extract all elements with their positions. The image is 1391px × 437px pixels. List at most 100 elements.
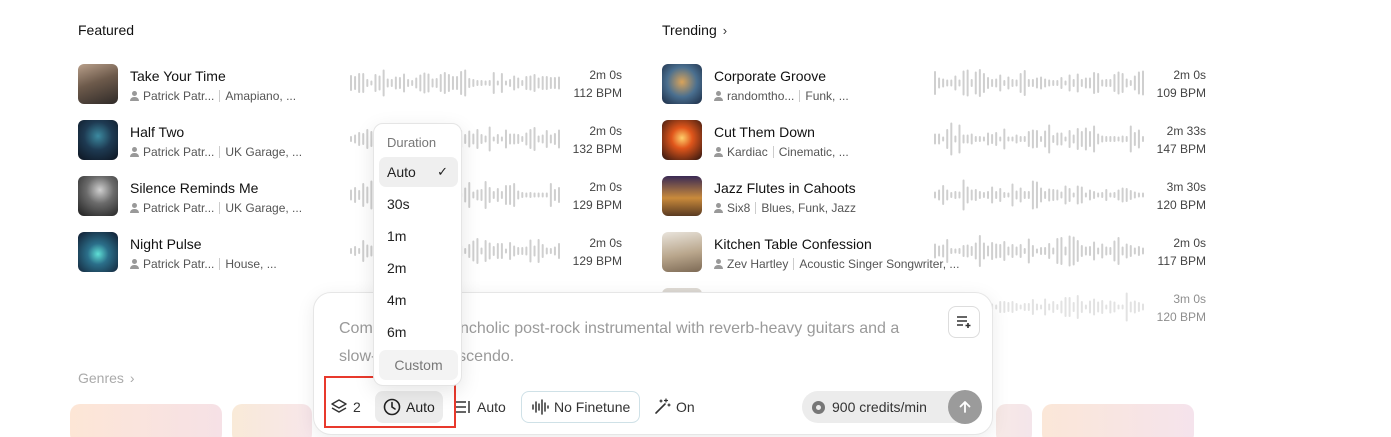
track-meta: Patrick Patr... Amapiano, ... — [130, 89, 296, 103]
user-icon — [714, 91, 723, 101]
option-label: 2m — [387, 260, 407, 276]
finetune-button[interactable]: No Finetune — [521, 391, 641, 423]
user-icon — [130, 91, 139, 101]
duration-option-2m[interactable]: 2m — [379, 253, 458, 283]
genres-label-text[interactable]: Genres — [78, 370, 124, 386]
chevron-right-icon[interactable]: › — [130, 370, 135, 386]
track-artist[interactable]: randomtho... — [727, 89, 794, 103]
track-artist[interactable]: Six8 — [727, 201, 750, 215]
track-title[interactable]: Night Pulse — [130, 236, 202, 252]
track-row[interactable]: Night Pulse Patrick Patr... House, ... 2m… — [78, 232, 623, 276]
option-label: 1m — [387, 228, 407, 244]
track-genre: UK Garage, ... — [225, 145, 303, 159]
track-artist[interactable]: Patrick Patr... — [143, 201, 214, 215]
user-icon — [714, 203, 723, 213]
track-meta: Zev Hartley Acoustic Singer Songwriter, .… — [714, 257, 959, 271]
track-cover — [78, 176, 118, 216]
track-cover — [662, 232, 702, 272]
genre-tile[interactable] — [1042, 404, 1194, 437]
track-bpm: 112 BPM — [573, 86, 622, 100]
user-icon — [130, 147, 139, 157]
track-artist[interactable]: Patrick Patr... — [143, 145, 214, 159]
waveform[interactable] — [934, 234, 1144, 268]
track-genre: House, ... — [225, 257, 277, 271]
featured-title: Featured — [78, 22, 134, 38]
track-title[interactable]: Corporate Groove — [714, 68, 826, 84]
finetune-label: No Finetune — [554, 399, 631, 415]
track-bpm: 120 BPM — [1156, 198, 1206, 212]
credits-text: 900 credits/min — [832, 399, 927, 415]
track-bpm: 129 BPM — [572, 254, 622, 268]
track-row[interactable]: Corporate Groove randomtho... Funk, ... 2… — [662, 64, 1207, 108]
trending-title-text[interactable]: Trending — [662, 22, 717, 38]
duration-option-1m[interactable]: 1m — [379, 221, 458, 251]
track-artist[interactable]: Patrick Patr... — [143, 89, 214, 103]
enhance-value: On — [676, 399, 695, 415]
track-bpm: 109 BPM — [1156, 86, 1206, 100]
duration-option-4m[interactable]: 4m — [379, 285, 458, 315]
lyrics-add-icon — [957, 316, 971, 328]
track-row[interactable]: Take Your Time Patrick Patr... Amapiano, … — [78, 64, 623, 108]
dropdown-header: Duration — [387, 135, 437, 150]
duration-custom-button[interactable]: Custom — [379, 350, 458, 380]
track-artist[interactable]: Kardiac — [727, 145, 768, 159]
coin-icon — [812, 400, 825, 414]
track-genre: Blues, Funk, Jazz — [761, 201, 857, 215]
track-artist[interactable]: Zev Hartley — [727, 257, 788, 271]
waveform[interactable] — [350, 66, 560, 100]
track-bpm: 117 BPM — [1157, 254, 1206, 268]
track-title[interactable]: Take Your Time — [130, 68, 226, 84]
genre-tile[interactable] — [232, 404, 312, 437]
lyrics-mode-button[interactable]: Auto — [454, 391, 506, 423]
track-cover — [78, 120, 118, 160]
track-duration: 2m 0s — [589, 68, 622, 82]
lyrics-mode-value: Auto — [477, 399, 506, 415]
chevron-right-icon[interactable]: › — [723, 23, 727, 38]
track-title[interactable]: Kitchen Table Confession — [714, 236, 872, 252]
genre-tile[interactable] — [70, 404, 222, 437]
track-bpm: 129 BPM — [572, 198, 622, 212]
track-row[interactable]: Cut Them Down Kardiac Cinematic, ... 2m 3… — [662, 120, 1207, 164]
track-cover — [78, 232, 118, 272]
track-cover — [78, 64, 118, 104]
track-duration: 2m 0s — [589, 236, 622, 250]
track-row[interactable]: Silence Reminds Me Patrick Patr... UK Gar… — [78, 176, 623, 220]
genres-label[interactable]: Genres › — [78, 370, 135, 386]
track-row[interactable]: Kitchen Table Confession Zev Hartley Acou… — [662, 232, 1207, 276]
track-meta: Kardiac Cinematic, ... — [714, 145, 849, 159]
duration-option-6m[interactable]: 6m — [379, 317, 458, 347]
genre-tile[interactable] — [996, 404, 1032, 437]
user-icon — [130, 203, 139, 213]
track-title[interactable]: Half Two — [130, 124, 184, 140]
track-bpm: 132 BPM — [572, 142, 622, 156]
track-title[interactable]: Jazz Flutes in Cahoots — [714, 180, 856, 196]
track-genre: Amapiano, ... — [225, 89, 297, 103]
featured-title-text: Featured — [78, 22, 135, 38]
user-icon — [130, 259, 139, 269]
magic-wand-icon — [655, 398, 671, 414]
user-icon — [714, 147, 723, 157]
duration-dropdown: Duration Auto ✓ 30s 1m 2m 4m 6m Custom — [373, 123, 462, 386]
waveform[interactable] — [934, 122, 1144, 156]
track-cover — [662, 176, 702, 216]
track-row[interactable]: Half Two Patrick Patr... UK Garage, ... 2… — [78, 120, 623, 164]
enhance-toggle[interactable]: On — [653, 391, 695, 423]
trending-title[interactable]: Trending › — [662, 22, 727, 38]
track-artist[interactable]: Patrick Patr... — [143, 257, 214, 271]
track-title[interactable]: Cut Them Down — [714, 124, 815, 140]
track-title[interactable]: Silence Reminds Me — [130, 180, 258, 196]
add-lyrics-button[interactable] — [948, 306, 980, 338]
track-genre: Funk, ... — [805, 89, 849, 103]
waveform[interactable] — [934, 178, 1144, 212]
generate-button[interactable] — [948, 390, 982, 424]
duration-option-auto[interactable]: Auto ✓ — [379, 157, 458, 187]
track-bpm: 120 BPM — [1156, 310, 1206, 324]
option-label: 30s — [387, 196, 410, 212]
track-meta: Patrick Patr... UK Garage, ... — [130, 145, 302, 159]
duration-option-30s[interactable]: 30s — [379, 189, 458, 219]
track-duration: 2m 0s — [1173, 68, 1206, 82]
waveform[interactable] — [934, 66, 1144, 100]
track-meta: Patrick Patr... House, ... — [130, 257, 277, 271]
track-row[interactable]: Jazz Flutes in Cahoots Six8 Blues, Funk, … — [662, 176, 1207, 220]
track-genre: UK Garage, ... — [225, 201, 303, 215]
